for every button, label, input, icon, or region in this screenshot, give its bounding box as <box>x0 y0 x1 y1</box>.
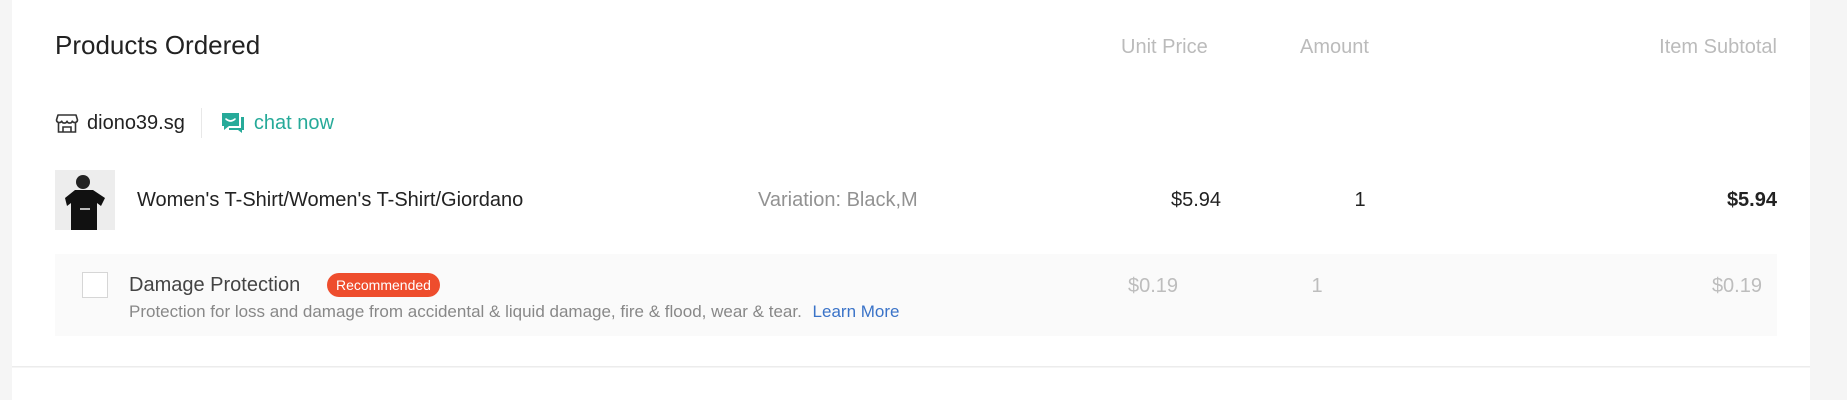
col-header-amount: Amount <box>1300 36 1369 58</box>
damage-protection-checkbox[interactable] <box>82 272 108 298</box>
shop-divider <box>200 108 202 138</box>
learn-more-link[interactable]: Learn More <box>813 302 900 321</box>
product-thumbnail[interactable] <box>55 170 115 230</box>
product-unit-price: $5.94 <box>1170 189 1222 211</box>
store-icon <box>55 111 79 135</box>
col-header-item-subtotal: Item Subtotal <box>1659 36 1777 58</box>
protection-unit-price: $0.19 <box>1127 275 1179 297</box>
next-section-strip <box>12 368 1810 400</box>
col-header-unit-price: Unit Price <box>1121 36 1208 58</box>
product-name[interactable]: Women's T-Shirt/Women's T-Shirt/Giordano <box>137 189 523 212</box>
product-subtotal: $5.94 <box>1726 189 1777 211</box>
product-amount: 1 <box>1354 189 1366 211</box>
shop-row: diono39.sg chat now <box>55 106 334 140</box>
chat-bubbles-icon[interactable] <box>220 111 246 135</box>
section-title: Products Ordered <box>55 30 261 60</box>
product-variation: Variation: Black,M <box>758 189 918 211</box>
protection-amount: 1 <box>1311 275 1323 297</box>
products-ordered-card: Products Ordered Unit Price Amount Item … <box>12 0 1810 367</box>
protection-subtotal: $0.19 <box>1711 275 1762 297</box>
recommended-badge: Recommended <box>327 273 440 297</box>
product-row: Women's T-Shirt/Women's T-Shirt/Giordano… <box>55 170 1777 230</box>
damage-protection-row: Damage Protection Recommended Protection… <box>55 254 1777 336</box>
protection-description-text: Protection for loss and damage from acci… <box>129 302 802 321</box>
protection-title: Damage Protection <box>129 274 301 296</box>
protection-description: Protection for loss and damage from acci… <box>129 302 899 322</box>
chat-now-link[interactable]: chat now <box>254 112 334 135</box>
shop-name[interactable]: diono39.sg <box>87 112 185 135</box>
